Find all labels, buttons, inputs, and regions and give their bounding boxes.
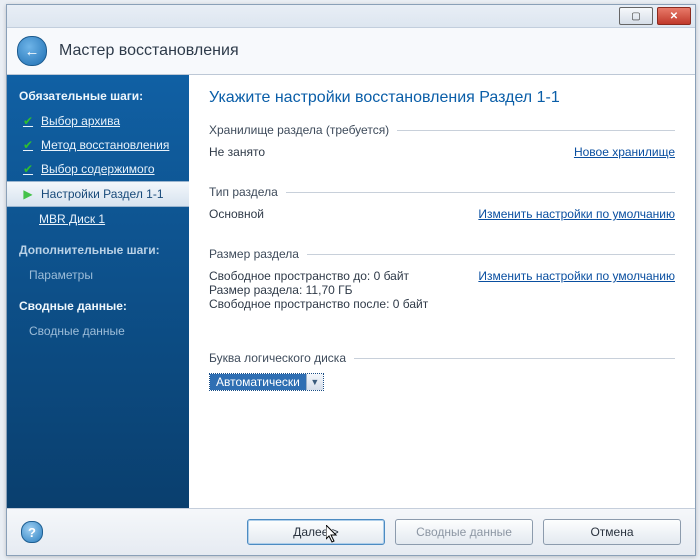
back-button[interactable]: ← <box>17 36 47 66</box>
help-button[interactable]: ? <box>21 521 43 543</box>
sidebar-item-partition-settings[interactable]: ▶ Настройки Раздел 1-1 <box>7 181 189 207</box>
footer: ? Далее > Сводные данные Отмена <box>7 508 695 555</box>
storage-new-link[interactable]: Новое хранилище <box>574 145 675 159</box>
group-ptype: Тип раздела <box>209 185 675 199</box>
sidebar: Обязательные шаги: ✔ Выбор архива ✔ Мето… <box>7 75 189 508</box>
check-icon: ✔ <box>21 138 35 152</box>
sidebar-item-label: Сводные данные <box>29 324 125 338</box>
check-icon: ✔ <box>21 114 35 128</box>
sidebar-item-label: Выбор архива <box>41 114 120 128</box>
sidebar-item-archive[interactable]: ✔ Выбор архива <box>7 109 189 133</box>
arrow-right-icon: ▶ <box>21 187 35 201</box>
psize-change-link[interactable]: Изменить настройки по умолчанию <box>478 269 675 283</box>
header: ← Мастер восстановления <box>7 28 695 75</box>
maximize-button[interactable]: ▢ <box>619 7 653 25</box>
drive-letter-value: Автоматически <box>210 374 306 390</box>
sidebar-item-method[interactable]: ✔ Метод восстановления <box>7 133 189 157</box>
drive-letter-combo[interactable]: Автоматически ▼ <box>209 373 324 391</box>
sidebar-item-summary[interactable]: Сводные данные <box>7 319 189 343</box>
page-title: Мастер восстановления <box>59 42 239 60</box>
group-storage: Хранилище раздела (требуется) <box>209 123 675 137</box>
button-label: Далее > <box>293 525 339 539</box>
back-arrow-icon: ← <box>25 43 40 60</box>
sidebar-item-mbr[interactable]: MBR Диск 1 <box>7 207 189 231</box>
sidebar-heading-optional: Дополнительные шаги: <box>7 239 189 263</box>
wizard-window: ▢ ✕ ← Мастер восстановления Обязательные… <box>6 4 696 556</box>
main-heading: Укажите настройки восстановления Раздел … <box>209 89 675 107</box>
psize-before: Свободное пространство до: 0 байт <box>209 269 428 283</box>
sidebar-item-contents[interactable]: ✔ Выбор содержимого <box>7 157 189 181</box>
summary-button[interactable]: Сводные данные <box>395 519 533 545</box>
close-button[interactable]: ✕ <box>657 7 691 25</box>
body: Обязательные шаги: ✔ Выбор архива ✔ Мето… <box>7 75 695 508</box>
ptype-change-link[interactable]: Изменить настройки по умолчанию <box>478 207 675 221</box>
sidebar-heading-summary: Сводные данные: <box>7 295 189 319</box>
group-psize: Размер раздела <box>209 247 675 261</box>
storage-value: Не занято <box>209 145 265 159</box>
sidebar-item-label: Настройки Раздел 1-1 <box>41 187 164 201</box>
help-icon: ? <box>28 525 36 540</box>
title-bar: ▢ ✕ <box>7 5 695 28</box>
group-letter: Буква логического диска <box>209 351 675 365</box>
sidebar-item-label: Метод восстановления <box>41 138 169 152</box>
ptype-value: Основной <box>209 207 264 221</box>
button-label: Сводные данные <box>416 525 512 539</box>
close-icon: ✕ <box>670 11 678 22</box>
psize-after: Свободное пространство после: 0 байт <box>209 297 428 311</box>
sidebar-item-label: MBR Диск 1 <box>39 212 105 226</box>
next-button[interactable]: Далее > <box>247 519 385 545</box>
sidebar-item-label: Параметры <box>29 268 93 282</box>
sidebar-item-label: Выбор содержимого <box>41 162 155 176</box>
cancel-button[interactable]: Отмена <box>543 519 681 545</box>
sidebar-heading-required: Обязательные шаги: <box>7 85 189 109</box>
check-icon: ✔ <box>21 162 35 176</box>
main-panel: Укажите настройки восстановления Раздел … <box>189 75 695 508</box>
button-label: Отмена <box>590 525 633 539</box>
psize-size: Размер раздела: 11,70 ГБ <box>209 283 428 297</box>
maximize-icon: ▢ <box>631 11 640 22</box>
chevron-down-icon[interactable]: ▼ <box>306 374 323 390</box>
sidebar-item-params[interactable]: Параметры <box>7 263 189 287</box>
